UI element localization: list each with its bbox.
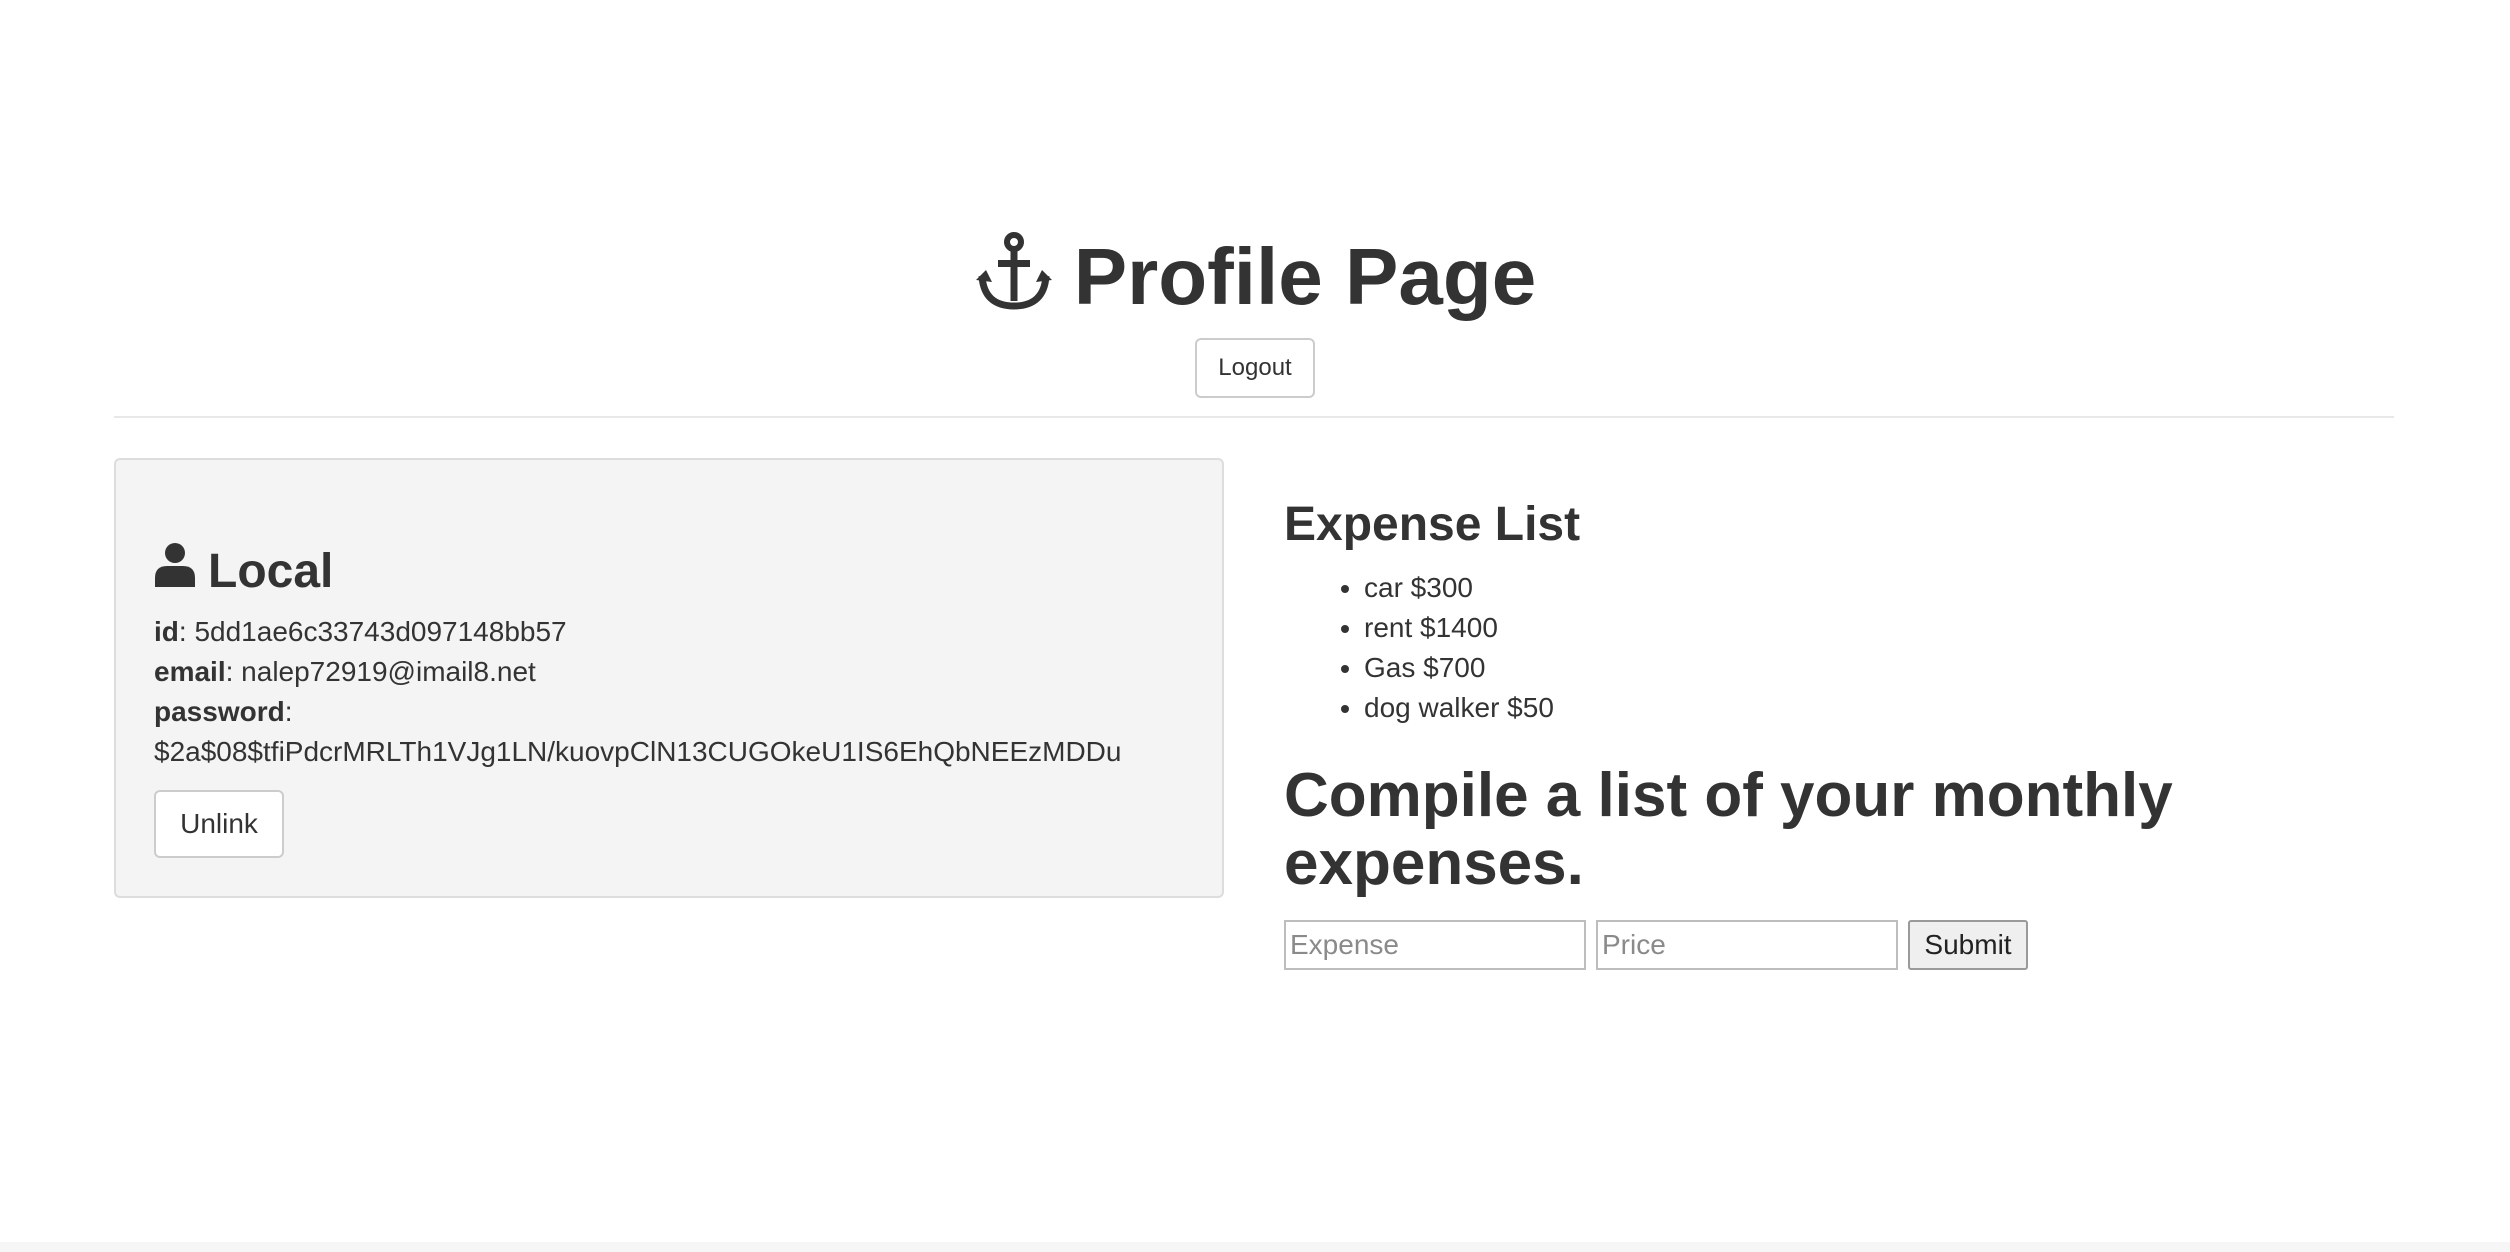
header-divider: [114, 416, 2394, 418]
submit-button[interactable]: Submit: [1908, 920, 2028, 970]
price-input[interactable]: [1596, 920, 1898, 970]
page-header: Profile Page: [0, 230, 2510, 323]
list-item: car $300: [1364, 568, 2414, 608]
expense-form: Submit: [1284, 920, 2414, 970]
footer-strip: [0, 1242, 2510, 1252]
logout-button[interactable]: Logout: [1195, 338, 1315, 398]
list-item: rent $1400: [1364, 608, 2414, 648]
local-panel: Local id: 5dd1ae6c33743d097148bb57 email…: [114, 458, 1224, 898]
list-item: dog walker $50: [1364, 688, 2414, 728]
password-value: $2a$08$tfiPdcrMRLTh1VJg1LN/kuovpClN13CUG…: [154, 736, 1122, 767]
page-title: Profile Page: [974, 230, 1536, 323]
list-item: Gas $700: [1364, 648, 2414, 688]
id-label: id: [154, 616, 179, 647]
expense-input[interactable]: [1284, 920, 1586, 970]
unlink-button[interactable]: Unlink: [154, 790, 284, 858]
local-fields: id: 5dd1ae6c33743d097148bb57 email: nale…: [154, 612, 1194, 772]
email-row: email: nalep72919@imail8.net: [154, 656, 536, 687]
local-panel-title: Local: [154, 542, 333, 600]
user-icon: [154, 542, 196, 600]
profile-page: Profile Page Logout Local id: 5dd1ae6c33…: [0, 0, 2510, 1252]
email-label: email: [154, 656, 226, 687]
anchor-icon: [974, 230, 1054, 323]
logout-wrap: Logout: [0, 338, 2510, 398]
compile-heading: Compile a list of your monthly expenses.: [1284, 761, 2173, 898]
expense-list-title: Expense List: [1284, 498, 1581, 551]
password-row: password:: [154, 696, 293, 727]
id-row: id: 5dd1ae6c33743d097148bb57: [154, 616, 567, 647]
expense-list: car $300 rent $1400 Gas $700 dog walker …: [1284, 568, 2414, 728]
id-value: 5dd1ae6c33743d097148bb57: [194, 616, 567, 647]
page-title-text: Profile Page: [1073, 231, 1537, 321]
email-value: nalep72919@imail8.net: [241, 656, 536, 687]
password-label: password: [154, 696, 285, 727]
local-title-text: Local: [208, 544, 334, 598]
expense-section: Expense List car $300 rent $1400 Gas $70…: [1284, 490, 2414, 970]
